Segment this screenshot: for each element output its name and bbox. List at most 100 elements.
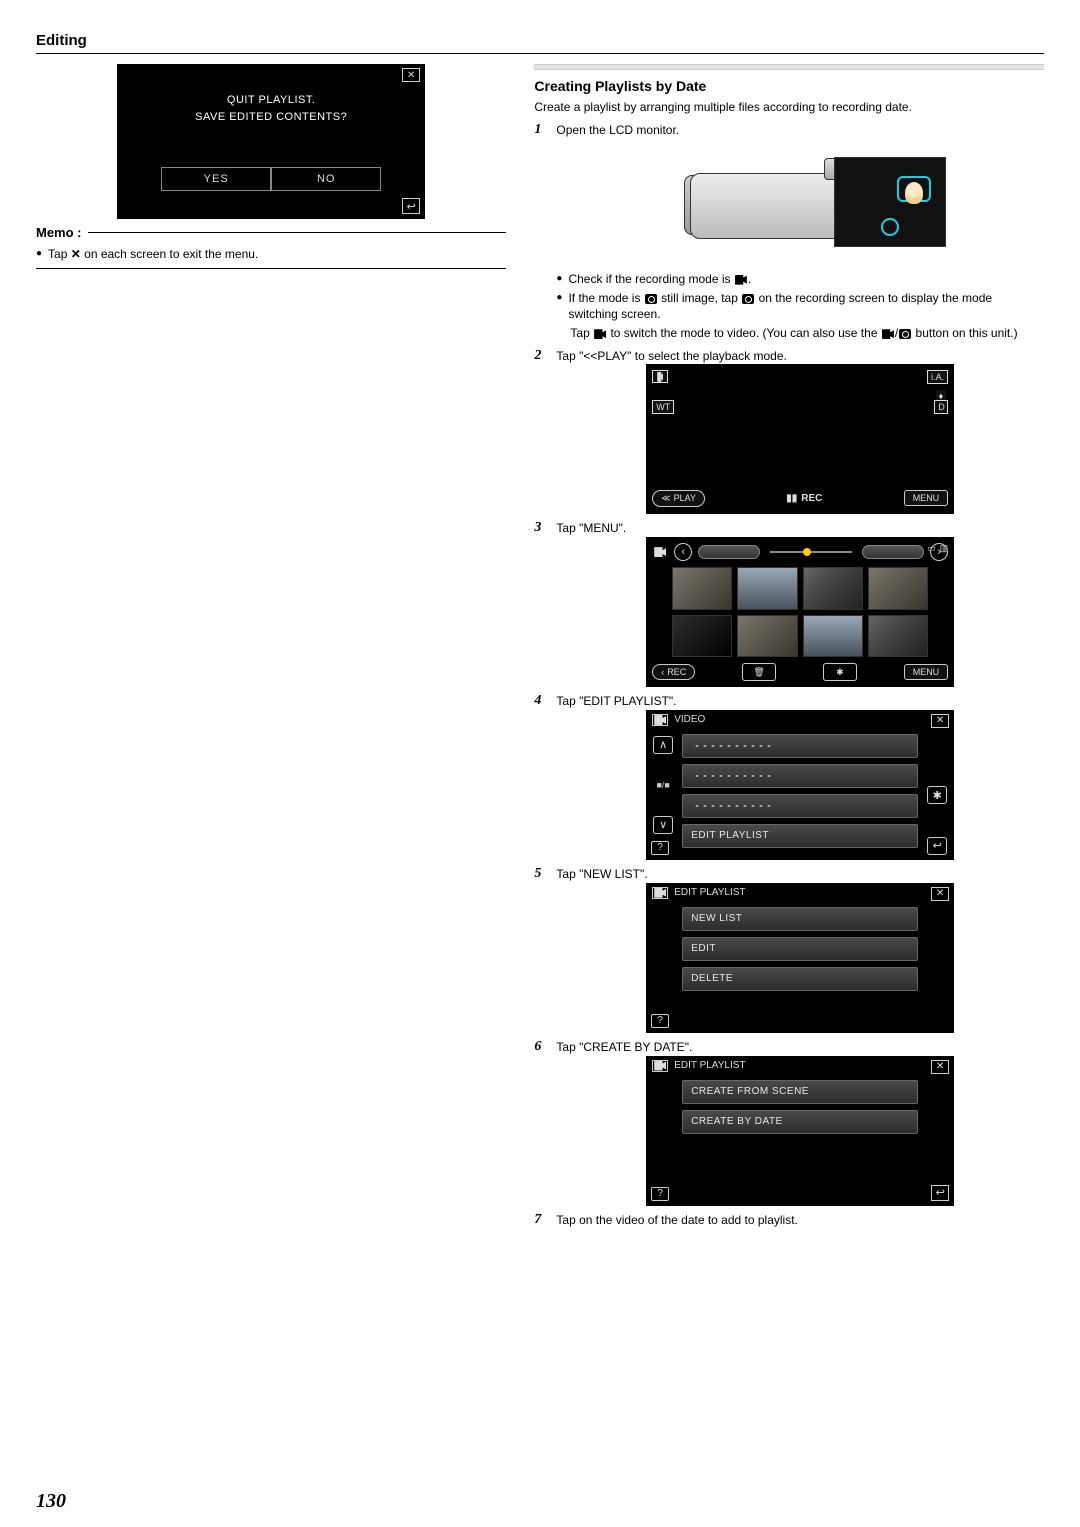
menu-title-row: EDIT PLAYLIST — [652, 887, 745, 899]
back-icon[interactable]: ↩ — [402, 198, 420, 214]
chevron-left-icon: ‹ — [661, 667, 664, 677]
video-mode-icon — [652, 1060, 668, 1072]
video-mode-icon — [652, 370, 668, 383]
step-3: Tap "MENU". ‹ › ▭ ▥ — [534, 520, 1044, 687]
thumbnail[interactable] — [803, 615, 863, 658]
close-icon[interactable]: ✕ — [931, 1060, 949, 1074]
quit-message: QUIT PLAYLIST. SAVE EDITED CONTENTS? — [117, 64, 425, 125]
thumbnail[interactable] — [672, 615, 732, 658]
help-icon[interactable]: ? — [651, 1014, 669, 1028]
rec-button[interactable]: ‹ REC — [652, 664, 695, 680]
step-5: Tap "NEW LIST". EDIT PLAYLIST ✕ ? NEW LI… — [534, 866, 1044, 1033]
page-number: 130 — [36, 1490, 66, 1513]
video-menu-screen: VIDEO ✕ ∧ ■/■ ∨ ✱ ↩ ? — [646, 710, 954, 860]
rec-indicator: ▮▮ REC — [711, 493, 898, 504]
step-6: Tap "CREATE BY DATE". EDIT PLAYLIST ✕ ? … — [534, 1039, 1044, 1206]
step-1-notes: ● Check if the recording mode is . ● If … — [556, 271, 1044, 342]
new-list-item[interactable]: NEW LIST — [682, 907, 918, 931]
date-pill-right[interactable] — [862, 545, 924, 559]
video-mode-icon — [652, 887, 668, 899]
d-button[interactable]: D — [934, 400, 948, 414]
step1-note-2: ● If the mode is still image, tap on the… — [556, 290, 1044, 322]
thumbnail[interactable] — [803, 567, 863, 610]
thumbnail[interactable] — [672, 567, 732, 610]
date-pill-left[interactable] — [698, 545, 760, 559]
recording-screen: i.A. ♦ WT D ≪ PLAY ▮▮ REC MENU — [646, 364, 954, 514]
edit-playlist-item[interactable]: EDIT PLAYLIST — [682, 824, 918, 848]
bullet-dot-icon: ● — [556, 271, 562, 287]
step-4-text: Tap "EDIT PLAYLIST". — [556, 693, 1044, 710]
play-button[interactable]: ≪ PLAY — [652, 490, 705, 507]
section-bar — [534, 64, 1044, 70]
no-button[interactable]: NO — [271, 167, 381, 191]
left-column: ✕ QUIT PLAYLIST. SAVE EDITED CONTENTS? Y… — [36, 64, 506, 1234]
gear-icon[interactable]: ✱ — [927, 786, 947, 804]
create-by-date-item[interactable]: CREATE BY DATE — [682, 1110, 918, 1134]
memo-bottom-rule — [36, 268, 506, 269]
step-7: Tap on the video of the date to add to p… — [534, 1212, 1044, 1229]
prev-button[interactable]: ‹ — [674, 543, 692, 561]
settings-button[interactable]: ✱ — [823, 663, 857, 681]
menu-title: VIDEO — [674, 714, 705, 725]
menu-title-row: VIDEO — [652, 714, 705, 726]
step-5-text: Tap "NEW LIST". — [556, 866, 1044, 883]
list-item[interactable] — [682, 794, 918, 818]
thumbnail[interactable] — [737, 615, 797, 658]
wt-zoom-button[interactable]: WT — [652, 400, 674, 414]
edit-item[interactable]: EDIT — [682, 937, 918, 961]
close-icon[interactable]: ✕ — [931, 714, 949, 728]
help-icon[interactable]: ? — [651, 841, 669, 855]
up-button[interactable]: ∧ — [653, 736, 673, 754]
yes-button[interactable]: YES — [161, 167, 271, 191]
delete-item[interactable]: DELETE — [682, 967, 918, 991]
quit-playlist-screen: ✕ QUIT PLAYLIST. SAVE EDITED CONTENTS? Y… — [117, 64, 425, 219]
create-from-scene-item[interactable]: CREATE FROM SCENE — [682, 1080, 918, 1104]
menu-button[interactable]: MENU — [904, 490, 949, 506]
memo-bullet: ● Tap ✕ on each screen to exit the menu. — [36, 246, 506, 262]
step-2: Tap "<<PLAY" to select the playback mode… — [534, 348, 1044, 515]
timeline-indicator — [770, 551, 852, 553]
thumbnail[interactable] — [737, 567, 797, 610]
step-1: Open the LCD monitor. ● Check — [534, 122, 1044, 342]
thumbnail-grid — [672, 567, 928, 657]
list-item[interactable] — [682, 734, 918, 758]
ia-badge: i.A. — [927, 370, 948, 384]
content-columns: ✕ QUIT PLAYLIST. SAVE EDITED CONTENTS? Y… — [36, 64, 1044, 1234]
section-intro: Create a playlist by arranging multiple … — [534, 100, 1044, 114]
confirm-row: YES NO — [117, 167, 425, 191]
camera-body-icon — [690, 173, 845, 239]
down-button[interactable]: ∨ — [653, 816, 673, 834]
close-icon[interactable]: ✕ — [402, 68, 420, 82]
page-counter: ■/■ — [657, 780, 670, 790]
sd-card-icon: ▭ — [927, 543, 936, 554]
thumbnail[interactable] — [868, 567, 928, 610]
section-heading: Creating Playlists by Date — [534, 78, 1044, 94]
list-item[interactable] — [682, 764, 918, 788]
back-icon[interactable]: ↩ — [931, 1185, 949, 1201]
chevron-left-icon: ≪ — [661, 493, 670, 504]
x-icon: ✕ — [71, 246, 81, 262]
right-column: Creating Playlists by Date Create a play… — [534, 64, 1044, 1234]
thumbnail[interactable] — [868, 615, 928, 658]
menu-title: EDIT PLAYLIST — [674, 887, 745, 898]
menu-title: EDIT PLAYLIST — [674, 1060, 745, 1071]
trash-button[interactable]: 🗑 — [742, 663, 776, 681]
help-icon[interactable]: ? — [651, 1187, 669, 1201]
thumb-top-bar: ‹ › — [652, 543, 948, 561]
close-icon[interactable]: ✕ — [931, 887, 949, 901]
video-mode-icon — [594, 329, 606, 339]
menu-list: CREATE FROM SCENE CREATE BY DATE — [682, 1080, 918, 1200]
steps-list: Open the LCD monitor. ● Check — [534, 122, 1044, 1228]
quit-line1: QUIT PLAYLIST. — [117, 92, 425, 109]
step-2-text: Tap "<<PLAY" to select the playback mode… — [556, 348, 1044, 365]
battery-icon: ▥ — [940, 543, 949, 554]
menu-list: NEW LIST EDIT DELETE — [682, 907, 918, 1027]
menu-list: EDIT PLAYLIST — [682, 734, 918, 854]
pause-icon: ▮▮ — [786, 493, 797, 504]
status-icons: ▭ ▥ — [927, 543, 948, 554]
menu-button[interactable]: MENU — [904, 664, 949, 680]
create-by-date-screen: EDIT PLAYLIST ✕ ? ↩ CREATE FROM SCENE CR… — [646, 1056, 954, 1206]
video-mode-icon — [882, 329, 894, 339]
photo-mode-icon — [645, 294, 657, 304]
back-icon[interactable]: ↩ — [927, 837, 947, 855]
